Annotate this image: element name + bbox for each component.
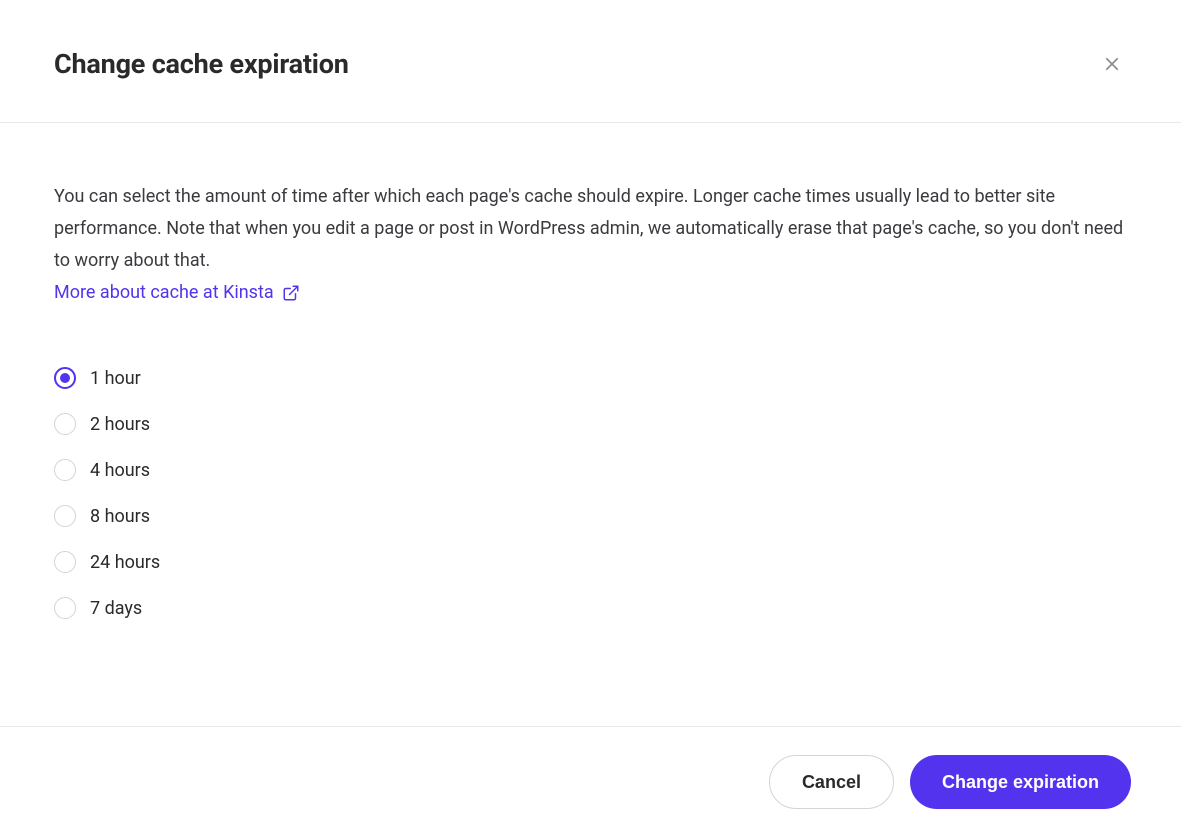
radio-indicator <box>54 597 76 619</box>
modal-footer: Cancel Change expiration <box>0 726 1181 833</box>
radio-1-hour[interactable]: 1 hour <box>54 367 1127 389</box>
radio-24-hours[interactable]: 24 hours <box>54 551 1127 573</box>
radio-8-hours[interactable]: 8 hours <box>54 505 1127 527</box>
change-expiration-button[interactable]: Change expiration <box>910 755 1131 809</box>
modal-header: Change cache expiration <box>0 0 1181 123</box>
radio-indicator <box>54 505 76 527</box>
close-button[interactable] <box>1097 49 1127 79</box>
close-icon <box>1103 55 1121 73</box>
radio-2-hours[interactable]: 2 hours <box>54 413 1127 435</box>
radio-label: 7 days <box>90 598 142 619</box>
radio-label: 8 hours <box>90 506 150 527</box>
radio-7-days[interactable]: 7 days <box>54 597 1127 619</box>
radio-indicator <box>54 551 76 573</box>
more-link-text: More about cache at Kinsta <box>54 277 274 309</box>
external-link-icon <box>282 284 300 302</box>
cancel-button[interactable]: Cancel <box>769 755 894 809</box>
change-cache-expiration-modal: Change cache expiration You can select t… <box>0 0 1181 833</box>
radio-indicator <box>54 459 76 481</box>
modal-description: You can select the amount of time after … <box>54 181 1127 277</box>
radio-label: 2 hours <box>90 414 150 435</box>
radio-4-hours[interactable]: 4 hours <box>54 459 1127 481</box>
more-about-cache-link[interactable]: More about cache at Kinsta <box>54 277 300 309</box>
radio-label: 4 hours <box>90 460 150 481</box>
radio-label: 1 hour <box>90 368 141 389</box>
radio-label: 24 hours <box>90 552 160 573</box>
cache-expiration-radio-group: 1 hour 2 hours 4 hours 8 hours 24 hours … <box>54 367 1127 619</box>
modal-body: You can select the amount of time after … <box>0 123 1181 726</box>
modal-title: Change cache expiration <box>54 48 349 80</box>
radio-indicator <box>54 367 76 389</box>
radio-indicator <box>54 413 76 435</box>
